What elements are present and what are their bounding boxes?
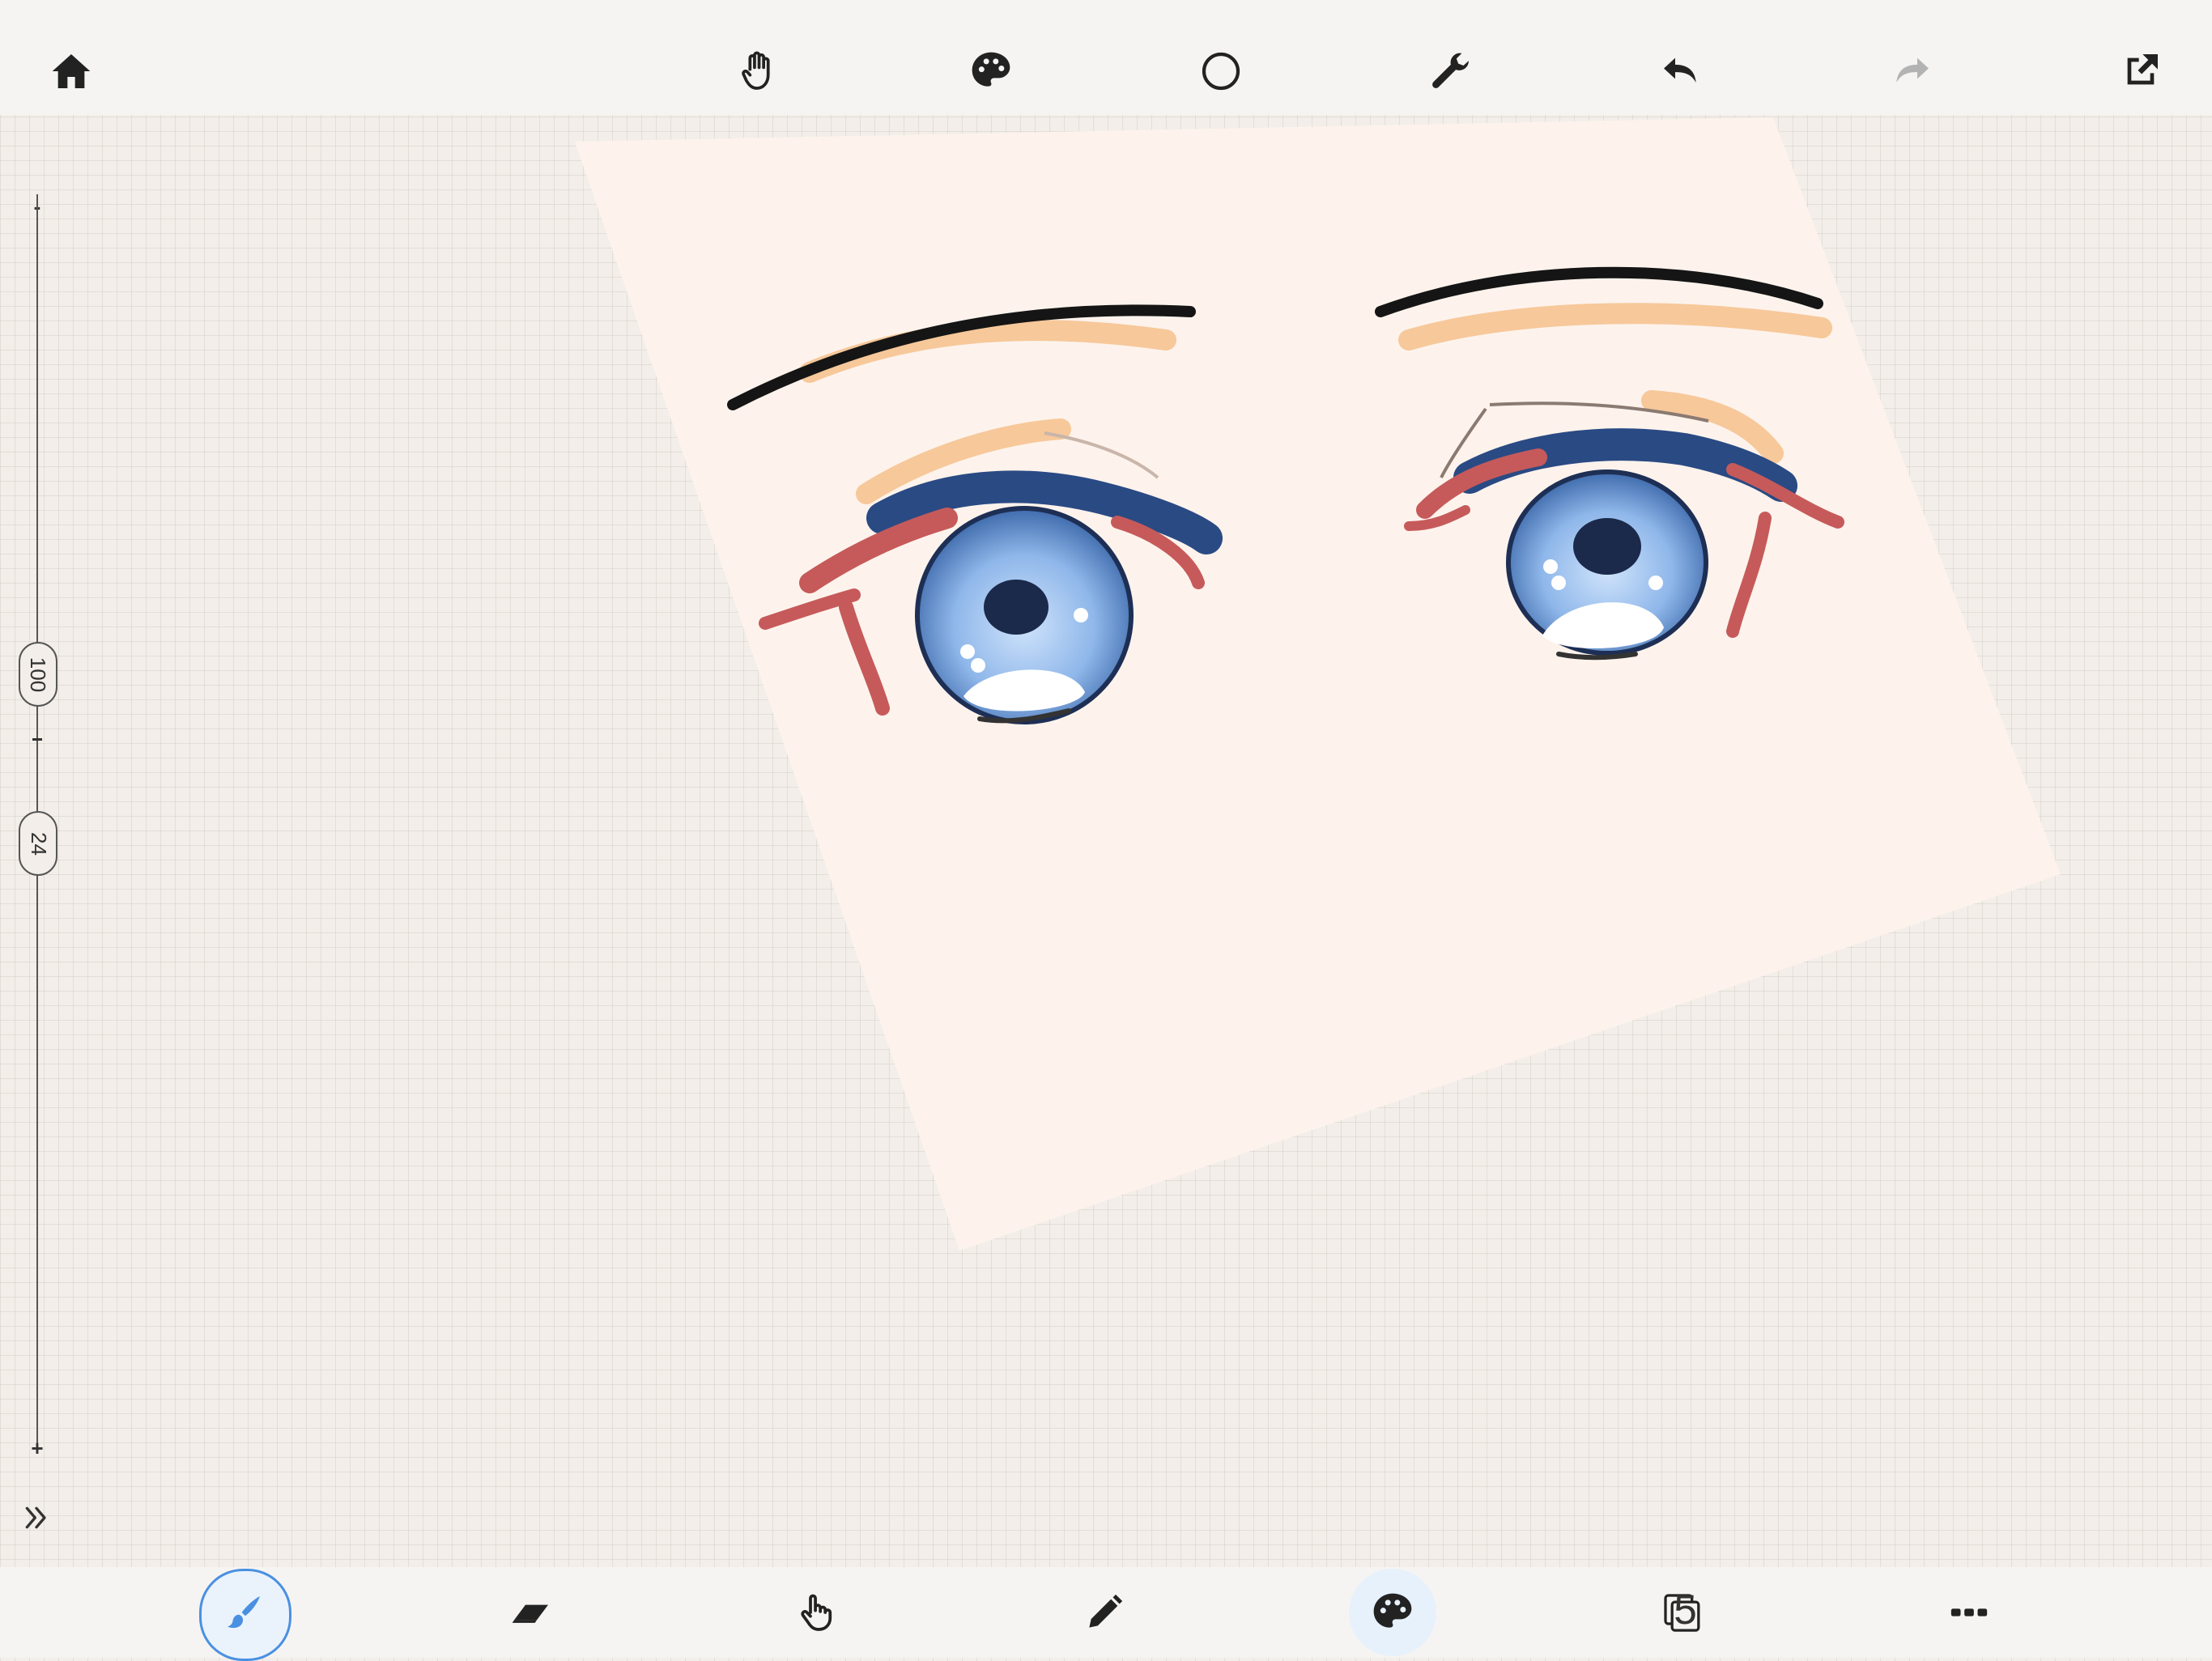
brush-opacity-handle[interactable]: 24	[19, 811, 57, 876]
redo-button[interactable]	[1873, 32, 1950, 110]
more-icon	[1950, 1608, 1988, 1616]
palette-icon	[972, 52, 1010, 87]
shape-button[interactable]	[1182, 32, 1260, 110]
share-button[interactable]	[2102, 32, 2180, 110]
palette-button[interactable]	[952, 32, 1030, 110]
color-tool-button[interactable]	[1354, 1574, 1431, 1651]
layers-icon: 5	[1664, 1590, 1700, 1633]
layers-tool-button[interactable]: 5	[1644, 1574, 1721, 1651]
undo-button[interactable]	[1642, 32, 1720, 110]
hand-icon	[742, 51, 770, 90]
circle-icon	[1202, 52, 1240, 91]
home-button[interactable]	[32, 32, 110, 110]
hand-button[interactable]	[721, 32, 798, 110]
more-button[interactable]	[1930, 1574, 2008, 1651]
finger-tool-button[interactable]	[777, 1574, 855, 1651]
brush-opacity-value: 24	[26, 831, 51, 856]
brush-tool-button[interactable]	[205, 1574, 283, 1651]
layers-count: 5	[1674, 1590, 1697, 1633]
finger-icon	[801, 1594, 832, 1631]
slider-plus-label: +	[31, 1436, 44, 1460]
workspace[interactable]	[0, 0, 2212, 1658]
wrench-icon	[1432, 53, 1470, 88]
pencil-icon	[1089, 1594, 1123, 1628]
undo-icon	[1664, 57, 1696, 83]
eraser-icon	[512, 1604, 548, 1623]
double-chevron-right-icon	[25, 1506, 46, 1529]
pencil-tool-button[interactable]	[1066, 1574, 1143, 1651]
settings-button[interactable]	[1413, 32, 1491, 110]
share-icon	[2127, 54, 2158, 85]
home-icon	[52, 54, 91, 88]
palette-icon	[1373, 1593, 1412, 1628]
brush-size-value: 100	[26, 656, 51, 692]
expand-sidebar-button[interactable]	[16, 1497, 57, 1538]
canvas-paper	[575, 117, 2061, 1251]
drawing-canvas[interactable]	[0, 0, 2212, 1658]
brush-icon	[228, 1596, 260, 1629]
redo-icon	[1896, 57, 1929, 83]
brush-size-handle[interactable]: 100	[19, 642, 57, 707]
top-toolbar	[0, 0, 2212, 115]
bottom-toolbar: 5	[0, 1567, 2212, 1661]
eraser-tool-button[interactable]	[492, 1574, 570, 1651]
slider-middle-tick	[32, 738, 42, 741]
